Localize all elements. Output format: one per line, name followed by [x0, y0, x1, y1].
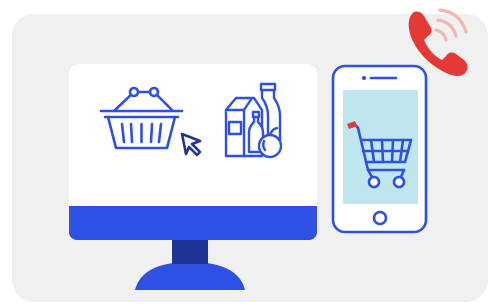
- smartphone: [331, 64, 428, 234]
- phone-screen: [343, 90, 418, 204]
- phone-camera: [362, 76, 366, 80]
- phone-home-button[interactable]: [372, 210, 388, 226]
- online-shopping-illustration: [69, 8, 468, 290]
- illustration-stage: [0, 0, 495, 308]
- monitor-stand-base: [135, 262, 245, 290]
- desktop-monitor: [69, 64, 317, 290]
